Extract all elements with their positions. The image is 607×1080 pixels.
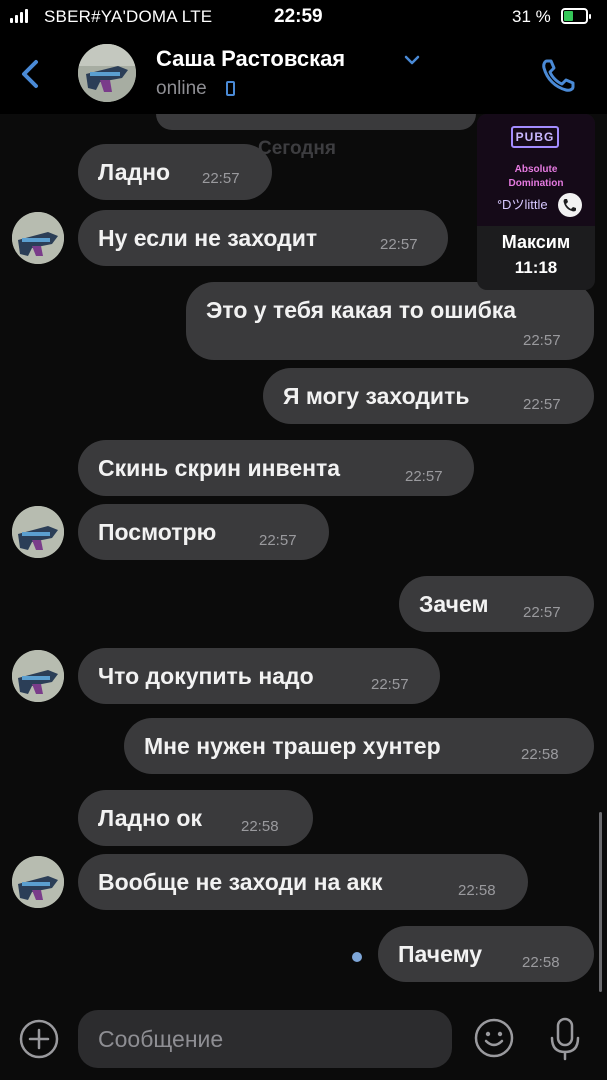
signal-icon [10,9,28,23]
message-composer [0,1004,607,1080]
sender-avatar[interactable] [12,856,64,908]
message-time: 22:58 [241,818,279,835]
message-bubble-outgoing[interactable]: Зачем 22:57 [399,576,594,632]
message-bubble-outgoing[interactable]: Я могу заходить 22:57 [263,368,594,424]
message-bubble-incoming[interactable]: Ладно ок 22:58 [78,790,313,846]
chat-header: Саша Растовская online [0,34,607,114]
message-text: Что докупить надо [98,663,314,689]
mobile-device-icon [226,81,235,96]
add-attachment-icon[interactable] [18,1018,60,1060]
message-time: 22:57 [202,170,240,187]
pubg-logo: PUBG [511,126,559,148]
message-text: Это у тебя какая то ошибка [206,297,517,323]
call-duration: 11:18 [514,258,558,277]
back-arrow-icon[interactable] [16,54,46,94]
battery-charging-icon [561,8,591,24]
contact-name[interactable]: Саша Растовская [156,46,345,72]
message-text: Ну если не заходит [98,225,318,251]
message-time: 22:57 [523,332,561,349]
message-time: 22:57 [380,236,418,253]
microphone-icon[interactable] [548,1016,582,1062]
caller-artwork: PUBG Absolute Domination ᐤDツlittle [477,114,595,226]
sender-avatar[interactable] [12,212,64,264]
carrier-label: SBER#YA'DOMA LTE [44,7,213,26]
chevron-down-icon[interactable] [402,50,422,70]
message-text: Мне нужен трашер хунтер [144,733,441,759]
message-time: 22:58 [521,746,559,763]
message-text: Вообще не заходи на акк [98,869,383,895]
message-bubble-partial [156,114,476,130]
contact-avatar[interactable] [78,44,136,102]
message-bubble-outgoing[interactable]: Пачему 22:58 [378,926,594,982]
message-bubble-incoming[interactable]: Посмотрю 22:57 [78,504,329,560]
contact-status: online [156,78,207,99]
message-text: Ладно [98,159,171,185]
message-text: Посмотрю [98,519,217,545]
message-time: 22:58 [522,954,560,971]
artwork-text: ᐤDツlittle [497,197,548,212]
message-text: Пачему [398,941,483,967]
scrollbar[interactable] [599,812,602,992]
battery-percent: 31 % [512,7,551,26]
message-text: Зачем [419,591,489,617]
message-bubble-incoming[interactable]: Ну если не заходит 22:57 [78,210,448,266]
phone-call-icon[interactable] [538,56,578,96]
call-pip-overlay[interactable]: PUBG Absolute Domination ᐤDツlittle Макси… [477,114,595,290]
message-bubble-incoming[interactable]: Что докупить надо 22:57 [78,648,440,704]
message-time: 22:57 [259,532,297,549]
emoji-icon[interactable] [472,1016,516,1060]
message-bubble-outgoing[interactable]: Это у тебя какая то ошибка 22:57 [186,282,594,360]
message-time: 22:57 [405,468,443,485]
message-input[interactable] [78,1010,452,1068]
artwork-text: Domination [508,178,564,189]
artwork-text: Absolute [514,164,558,175]
message-bubble-incoming[interactable]: Ладно 22:57 [78,144,272,200]
unread-indicator [352,952,362,962]
message-time: 22:58 [458,882,496,899]
message-text: Ладно ок [98,805,202,831]
message-time: 22:57 [523,604,561,621]
message-text: Я могу заходить [283,383,470,409]
status-bar: SBER#YA'DOMA LTE 22:59 31 % [0,0,607,34]
message-bubble-incoming[interactable]: Вообще не заходи на акк 22:58 [78,854,528,910]
sender-avatar[interactable] [12,650,64,702]
message-time: 22:57 [371,676,409,693]
message-text: Скинь скрин инвента [98,455,341,481]
message-bubble-outgoing[interactable]: Мне нужен трашер хунтер 22:58 [124,718,594,774]
message-bubble-incoming[interactable]: Скинь скрин инвента 22:57 [78,440,474,496]
phone-badge-icon [558,193,582,217]
message-time: 22:57 [523,396,561,413]
sender-avatar[interactable] [12,506,64,558]
date-separator: Сегодня [258,138,336,159]
caller-name: Максим [501,232,571,252]
status-time: 22:59 [274,6,323,27]
